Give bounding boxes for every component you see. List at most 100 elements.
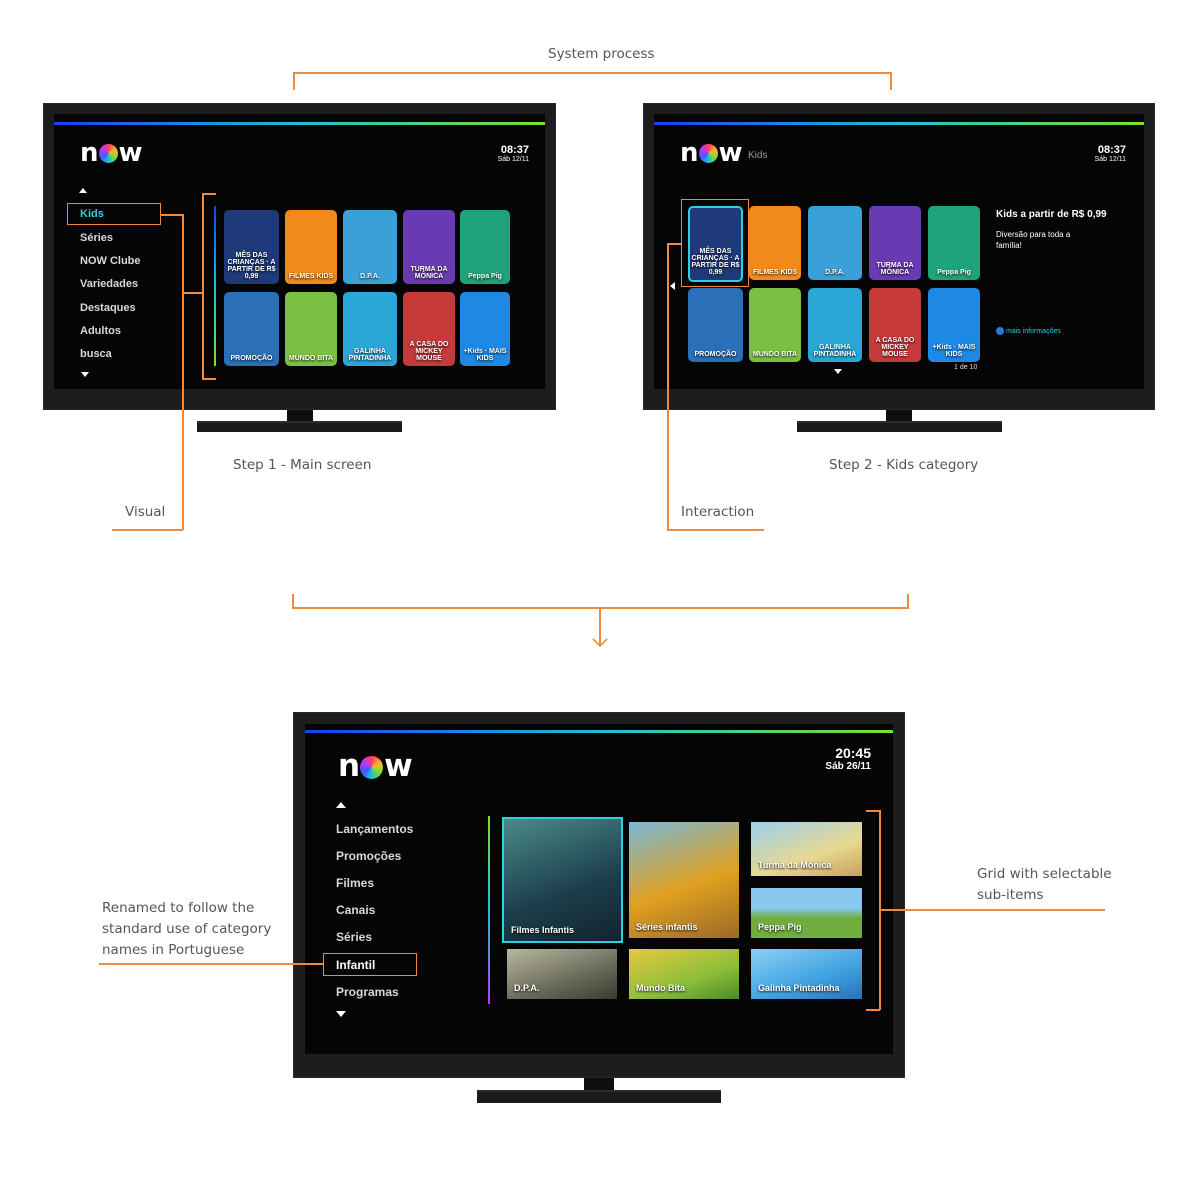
tiles-bracket-top [202,193,216,195]
tv1-divider [214,206,216,366]
tv2-pager: 1 de 10 [954,364,978,371]
down-arrow-icon [592,638,608,648]
kids-connector-h [161,214,183,216]
menu-item-variedades[interactable]: Variedades [80,278,138,290]
system-process-label: System process [548,46,655,62]
menu-item-filmes[interactable]: Filmes [336,876,374,890]
tv1-screen: nw 08:37 Sáb 12/11 Kids Séries NOW Clube… [54,114,545,389]
info-circle-icon [996,327,1004,335]
tv2-base [797,421,1002,432]
tile-mes-das-criancas[interactable]: MÊS DAS CRIANÇAS · A PARTIR DE R$ 0,99 [224,210,279,284]
tile-smurfs-promocao[interactable]: PROMOÇÃO [224,292,279,366]
step1-label: Step 1 - Main screen [233,457,372,473]
tile-filmes-kids[interactable]: FILMES KIDS [749,206,801,280]
tile-turma-da-monica[interactable]: TURMA DA MÔNICA [869,206,921,280]
menu-item-destaques[interactable]: Destaques [80,302,136,314]
menu-down-arrow-icon[interactable] [81,372,89,377]
grid-item-mundo-bita[interactable]: Mundo Bita [629,949,739,999]
renamed-note-line1: Renamed to follow the [102,900,255,916]
grid-note-line1: Grid with selectable [977,866,1112,882]
menu-item-lancamentos[interactable]: Lançamentos [336,822,413,836]
menu-item-promocoes[interactable]: Promoções [336,849,401,863]
step2-label: Step 2 - Kids category [829,457,979,473]
menu-item-series[interactable]: Séries [336,930,372,944]
tv3-color-bar [305,730,893,733]
grid-item-peppa-pig[interactable]: Peppa Pig [751,888,862,938]
tv3-screen: nw 20:45 Sáb 26/11 Lançamentos Promoções… [305,724,893,1054]
tile-peppa-pig[interactable]: Peppa Pig [460,210,510,284]
grid-note-line2: sub-items [977,887,1044,903]
tile-mundo-bita[interactable]: MUNDO BITA [285,292,337,366]
tile-casa-do-mickey[interactable]: A CASA DO MICKEY MOUSE [403,292,455,366]
tv1-time: 08:37 [500,144,529,156]
grid-bracket-top [866,810,880,812]
menu-item-canais[interactable]: Canais [336,903,375,917]
visual-line-h [112,529,183,531]
system-process-bracket-top [293,72,891,74]
tv3-divider [488,816,490,1004]
grid-item-turma-da-monica[interactable]: Turma da Mônica [751,822,862,876]
interaction-line-v [667,243,669,530]
now-logo: nw [80,138,143,168]
tile-galinha-pintadinha[interactable]: GALINHA PINTADINHA [343,292,397,366]
menu-up-arrow-icon[interactable] [336,802,346,808]
left-arrow-icon[interactable] [670,282,675,290]
renamed-connector [99,963,324,965]
infantil-highlight-box [323,953,417,976]
tiles-bracket-connector [183,292,203,294]
tile-mundo-bita[interactable]: MUNDO BITA [749,288,801,362]
tv1-color-bar [54,122,545,125]
merge-bracket-left [292,594,294,608]
now-logo-o-icon [360,756,384,779]
menu-item-adultos[interactable]: Adultos [80,325,121,337]
tv3-date: Sáb 26/11 [825,761,871,772]
tv3-time: 20:45 [835,745,871,761]
menu-item-now-clube[interactable]: NOW Clube [80,255,141,267]
tile-casa-do-mickey[interactable]: A CASA DO MICKEY MOUSE [869,288,921,362]
now-logo-o-icon [98,144,118,163]
tile-galinha-pintadinha[interactable]: GALINHA PINTADINHA [808,288,862,362]
tv1-clock: 08:37 Sáb 12/11 [498,144,529,163]
menu-item-busca[interactable]: busca [80,348,112,360]
tile-peppa-pig[interactable]: Peppa Pig [928,206,980,280]
merge-bracket-bottom [292,607,909,609]
grid-down-arrow-icon[interactable] [834,369,842,374]
menu-up-arrow-icon[interactable] [79,188,87,193]
menu-item-series[interactable]: Séries [80,232,113,244]
interaction-connector [667,243,681,245]
tv2-info-desc-2: família! [996,241,1022,250]
tile-mais-kids[interactable]: +Kids · MAIS KIDS [460,292,510,366]
tile-mais-kids[interactable]: +Kids · MAIS KIDS [928,288,980,362]
grid-bracket-bottom [866,1009,880,1011]
menu-down-arrow-icon[interactable] [336,1011,346,1017]
renamed-note-line3: names in Portuguese [102,942,245,958]
tv2-color-bar [654,122,1144,125]
tv1-date: Sáb 12/11 [497,156,529,163]
tile-turma-da-monica[interactable]: TURMA DA MÔNICA [403,210,455,284]
tile-dpa[interactable]: D.P.A. [808,206,862,280]
tv1-base [197,421,402,432]
tv3-clock: 20:45 Sáb 26/11 [825,745,871,772]
visual-label: Visual [125,504,166,520]
tv2-time: 08:37 [1097,144,1126,156]
tile-dpa[interactable]: D.P.A. [343,210,397,284]
tile-smurfs-promocao[interactable]: PROMOÇÃO [688,288,743,362]
tiles-bracket-v [202,193,204,379]
interaction-label: Interaction [681,504,755,520]
tile-filmes-kids[interactable]: FILMES KIDS [285,210,337,284]
grid-item-galinha-pintadinha[interactable]: Galinha Pintadinha [751,949,862,999]
system-process-bracket-left [293,72,295,90]
kids-highlight-box [67,203,161,225]
grid-item-series-infantis[interactable]: Séries infantis [629,822,739,938]
now-logo: nw [680,138,743,168]
tiles-bracket-bottom [202,378,216,380]
grid-item-filmes-infantis[interactable]: Filmes Infantis [502,817,623,943]
tv2-section-title: Kids [748,150,768,161]
renamed-note-line2: standard use of category [102,921,272,937]
more-info-link[interactable]: mais informações [996,327,1061,335]
grid-item-dpa[interactable]: D.P.A. [507,949,617,999]
system-process-bracket-right [890,72,892,90]
menu-item-programas[interactable]: Programas [336,985,399,999]
tv3-base [477,1090,721,1103]
interaction-line-h [667,529,764,531]
